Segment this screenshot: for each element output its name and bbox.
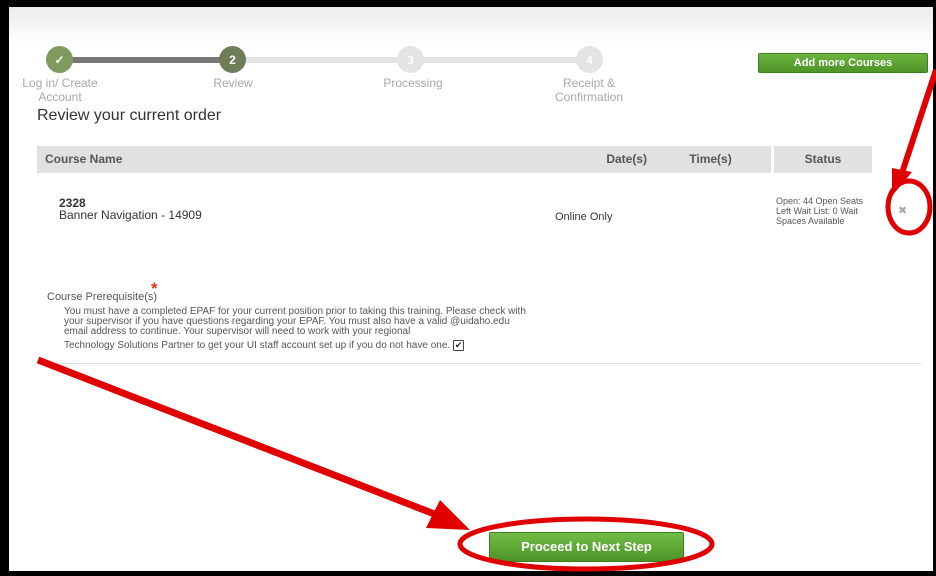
course-status: Open: 44 Open Seats Left Wait List: 0 Wa… [776, 196, 864, 226]
prereq-text-last-line: Technology Solutions Partner to get your… [64, 340, 534, 351]
column-header-status: Status [774, 146, 872, 173]
page-title: Review your current order [37, 107, 222, 124]
course-name: Banner Navigation - 14909 [59, 208, 202, 222]
prereq-text-block: You must have a completed EPAF for your … [64, 307, 534, 351]
step-4-circle: 4 [576, 46, 603, 73]
prereq-agree-checkbox[interactable]: ✔ [453, 340, 465, 351]
section-divider [37, 363, 921, 364]
page-frame: ✓ 2 3 4 Log in/ Create Account Review Pr… [9, 7, 933, 571]
required-marker: * [151, 279, 158, 298]
step-4-label: Receipt & Confirmation [554, 76, 624, 104]
remove-course-close-icon[interactable]: ✖ [898, 204, 907, 217]
progress-track-complete [53, 57, 232, 63]
step-2-label: Review [213, 76, 253, 90]
step-1-check-icon: ✓ [46, 46, 73, 73]
prereq-label: Course Prerequisite(s) [47, 291, 158, 303]
column-header-times: Time(s) [650, 146, 771, 173]
add-more-courses-button[interactable]: Add more Courses [758, 53, 928, 73]
course-dates: Online Only [555, 211, 613, 223]
prereq-text: You must have a completed EPAF for your … [64, 306, 526, 337]
step-3-circle: 3 [397, 46, 424, 73]
column-header-dates: Date(s) [552, 146, 655, 173]
order-table-header: Course Name Date(s) Time(s) Status [37, 146, 872, 173]
step-2-circle: 2 [219, 46, 246, 73]
proceed-to-next-step-button[interactable]: Proceed to Next Step [489, 532, 684, 562]
step-1-label: Log in/ Create Account [22, 76, 98, 104]
step-3-label: Processing [383, 76, 443, 90]
header-bar [9, 7, 933, 45]
prereq-text-last: Technology Solutions Partner to get your… [64, 340, 451, 352]
column-header-course-name: Course Name [37, 146, 558, 173]
